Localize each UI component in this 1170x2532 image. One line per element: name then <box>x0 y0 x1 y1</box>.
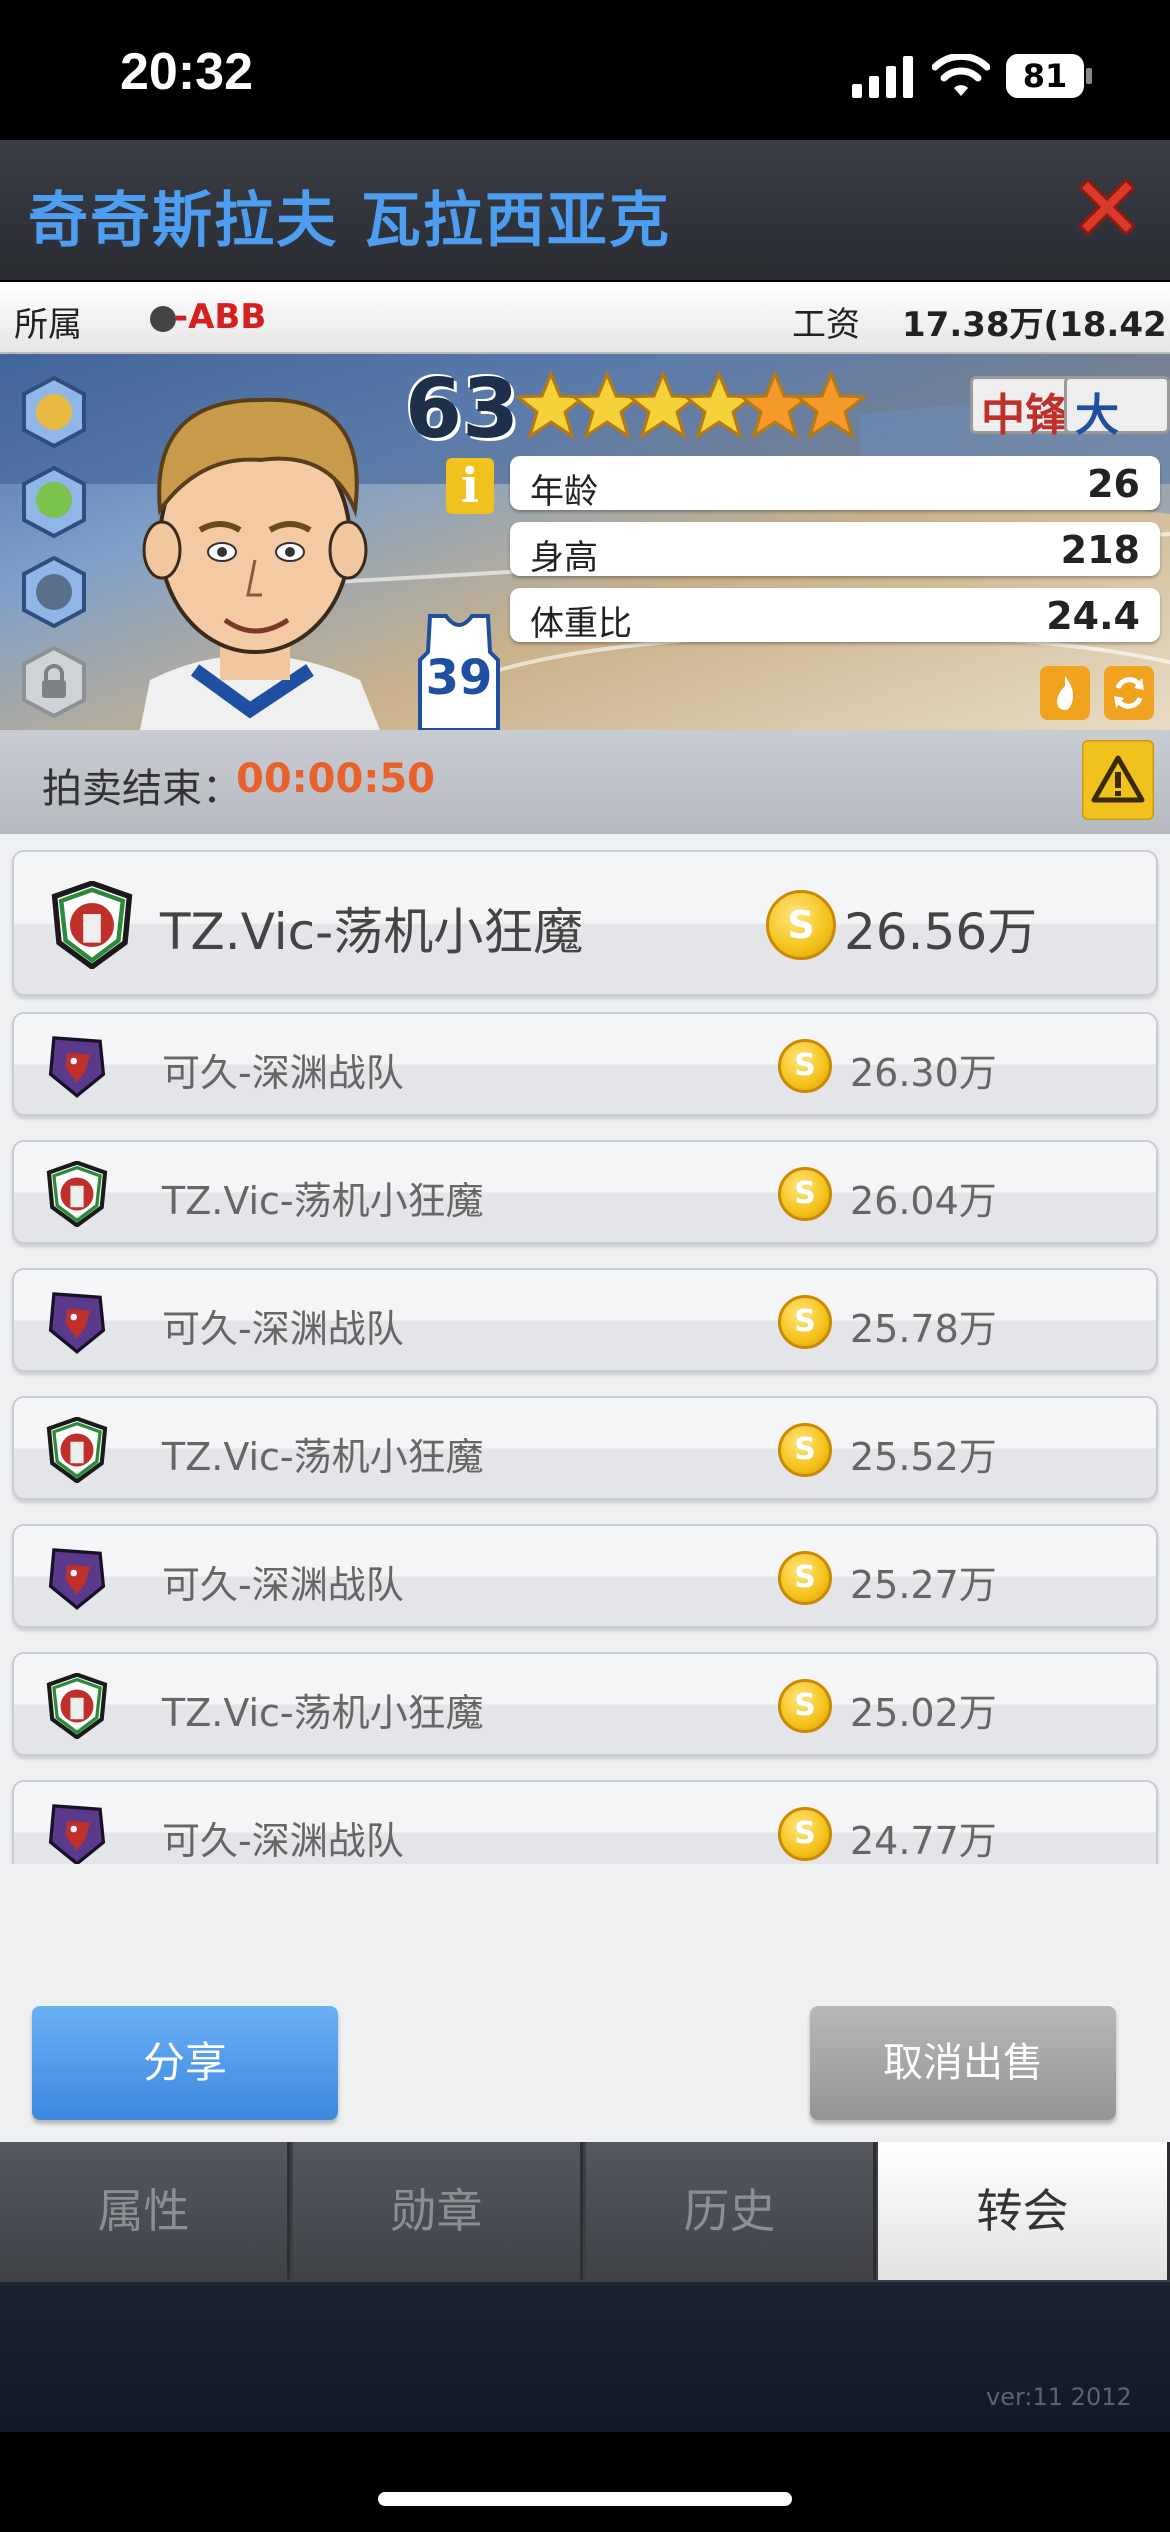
bid-row[interactable]: 可久-深渊战队 S 26.30万 <box>12 1012 1158 1116</box>
rebound-badge-icon[interactable] <box>18 556 90 628</box>
battery-tip <box>1086 68 1092 84</box>
coin-icon: S <box>778 1551 832 1605</box>
bid-row[interactable]: 可久-深渊战队 S 25.78万 <box>12 1268 1158 1372</box>
dragon-icon <box>48 1804 106 1864</box>
home-indicator[interactable] <box>378 2492 792 2506</box>
tab-transfer[interactable]: 转会 <box>878 2142 1170 2280</box>
defense-badge-icon[interactable] <box>18 466 90 538</box>
player-avatar <box>140 397 380 730</box>
bidder-team-name: 可久-深渊战队 <box>162 1051 404 1095</box>
bid-list[interactable]: TZ.Vic-荡机小狂魔 S 26.56万 可久-深渊战队 S 26.30万 TZ.Vic-… <box>0 834 1170 1864</box>
bid-row[interactable]: 可久-深渊战队 S 24.77万 <box>12 1780 1158 1864</box>
bid-row[interactable]: TZ.Vic-荡机小狂魔 S 26.56万 <box>12 850 1158 996</box>
wifi-icon <box>932 54 990 96</box>
stat-value-weight-ratio: 24.4 <box>1046 594 1140 638</box>
position-badge-power-forward: 大前 <box>1064 376 1170 505</box>
stat-label-weight-ratio: 体重比 <box>530 604 632 644</box>
coin-icon: S <box>778 1423 832 1477</box>
bidder-team-name: TZ.Vic-荡机小狂魔 <box>162 1691 484 1735</box>
close-icon[interactable] <box>1070 170 1144 244</box>
bid-amount: 24.77万 <box>850 1819 997 1863</box>
spartan-helmet-icon <box>51 881 133 969</box>
coin-icon: S <box>778 1679 832 1733</box>
player-name-title: 奇奇斯拉夫 瓦拉西亚克 <box>28 186 671 256</box>
spartan-helmet-icon <box>46 1673 108 1739</box>
tab-medals[interactable]: 勋章 <box>293 2142 583 2280</box>
bidder-team-name: TZ.Vic-荡机小狂魔 <box>162 1179 484 1223</box>
stat-value-age: 26 <box>1087 462 1140 506</box>
bid-amount: 25.78万 <box>850 1307 997 1351</box>
bid-amount: 26.56万 <box>844 903 1038 961</box>
stat-label-age: 年龄 <box>530 472 598 512</box>
dragon-icon <box>48 1292 106 1354</box>
salary-label: 工资 <box>792 305 860 345</box>
share-button[interactable]: 分享 <box>32 2006 338 2120</box>
bid-row[interactable]: TZ.Vic-荡机小狂魔 S 26.04万 <box>12 1140 1158 1244</box>
auction-end-label: 拍卖结束： <box>42 766 242 812</box>
info-icon[interactable]: i <box>446 458 494 514</box>
team-label: 所属 <box>14 305 82 345</box>
stat-value-height: 218 <box>1060 528 1140 572</box>
tab-history[interactable]: 历史 <box>586 2142 876 2280</box>
coin-icon: S <box>778 1167 832 1221</box>
offense-badge-icon[interactable] <box>18 376 90 448</box>
coin-icon: S <box>766 890 836 960</box>
dragon-icon <box>48 1036 106 1098</box>
overall-rating: 63 <box>405 362 520 457</box>
status-time: 20:32 <box>120 43 253 101</box>
bid-amount: 26.04万 <box>850 1179 997 1223</box>
star-icon <box>796 370 866 440</box>
bidder-team-name: 可久-深渊战队 <box>162 1563 404 1607</box>
coin-icon: S <box>778 1807 832 1861</box>
refresh-icon[interactable] <box>1104 666 1154 720</box>
bidder-team-name: TZ.Vic-荡机小狂魔 <box>160 903 584 961</box>
bidder-team-name: 可久-深渊战队 <box>162 1819 404 1863</box>
bidder-team-name: 可久-深渊战队 <box>162 1307 404 1351</box>
bid-amount: 25.27万 <box>850 1563 997 1607</box>
cellular-signal-icon <box>852 56 913 98</box>
coin-icon: S <box>778 1039 832 1093</box>
warning-icon[interactable] <box>1082 740 1154 820</box>
bid-row[interactable]: TZ.Vic-荡机小狂魔 S 25.52万 <box>12 1396 1158 1500</box>
fire-icon[interactable] <box>1040 666 1090 720</box>
bid-amount: 26.30万 <box>850 1051 997 1095</box>
version-label: ver:11 2012 <box>986 2383 1132 2411</box>
stat-label-height: 身高 <box>530 538 598 578</box>
basketball-icon <box>150 306 176 332</box>
bid-row[interactable]: 可久-深渊战队 S 25.27万 <box>12 1524 1158 1628</box>
bid-amount: 25.02万 <box>850 1691 997 1735</box>
coin-icon: S <box>778 1295 832 1349</box>
battery-icon: 81 <box>1006 54 1084 98</box>
lock-icon[interactable] <box>18 646 90 718</box>
team-value[interactable]: -ABB <box>174 297 266 337</box>
bid-amount: 25.52万 <box>850 1435 997 1479</box>
tab-attributes[interactable]: 属性 <box>0 2142 290 2280</box>
dragon-icon <box>48 1548 106 1610</box>
bid-row[interactable]: TZ.Vic-荡机小狂魔 S 25.02万 <box>12 1652 1158 1756</box>
jersey-number: 39 <box>425 650 493 706</box>
spartan-helmet-icon <box>46 1161 108 1227</box>
cancel-sale-button[interactable]: 取消出售 <box>810 2006 1116 2120</box>
bidder-team-name: TZ.Vic-荡机小狂魔 <box>162 1435 484 1479</box>
battery-level: 81 <box>1022 57 1068 95</box>
app-screen: 20:32 81 奇奇斯拉夫 瓦拉西亚克 所属 -ABB 工资 17.38万(1… <box>0 0 1170 2532</box>
spartan-helmet-icon <box>46 1417 108 1483</box>
auction-countdown: 00:00:50 <box>236 756 435 802</box>
